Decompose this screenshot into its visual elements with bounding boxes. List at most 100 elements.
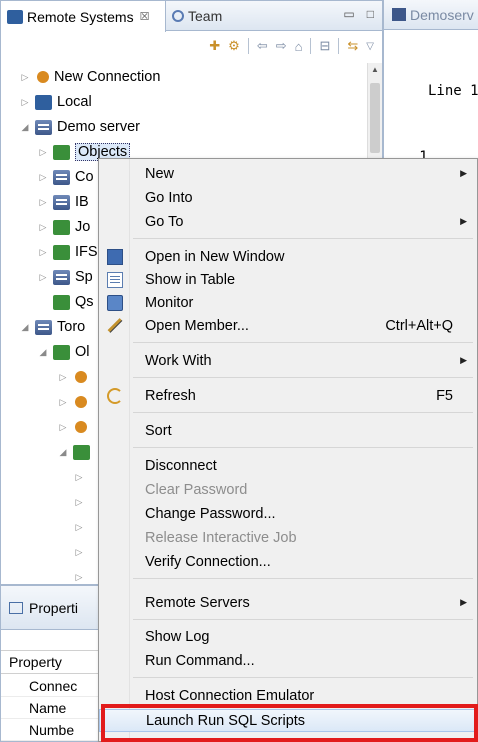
menu-item-open-in-new-window[interactable]: Open in New Window xyxy=(99,245,477,268)
tree-item-spooled[interactable]: ▷ Sp xyxy=(37,265,93,289)
menu-item-label: Release Interactive Job xyxy=(145,529,297,546)
menu-item-show-in-table[interactable]: Show in Table xyxy=(99,268,477,291)
expand-icon[interactable]: ▷ xyxy=(73,497,85,508)
library-icon xyxy=(75,421,87,433)
tree-item-local[interactable]: ▷ Local xyxy=(19,90,92,114)
menu-item-change-password[interactable]: Change Password... xyxy=(99,502,477,525)
menu-item-release-interactive-job: Release Interactive Job xyxy=(99,526,477,549)
tree-item-commands[interactable]: ▷ Co xyxy=(37,165,94,189)
expand-icon[interactable]: ▷ xyxy=(37,247,49,258)
menu-item-sort[interactable]: Sort xyxy=(99,419,477,442)
tree-item-jobs[interactable]: ▷ Jo xyxy=(37,215,91,239)
forward-icon[interactable]: ⇨ xyxy=(276,38,287,54)
menu-item-remote-servers[interactable]: Remote Servers ▶ xyxy=(99,591,477,614)
menu-item-label: Show Log xyxy=(145,628,210,645)
view-tab-bar: Remote Systems ☒ Team ▭ □ xyxy=(1,1,382,32)
menu-item-clear-password: Clear Password xyxy=(99,478,477,501)
team-icon xyxy=(172,10,184,22)
qs-icon xyxy=(53,294,70,310)
close-icon[interactable]: ☒ xyxy=(140,10,150,23)
menu-item-run-command[interactable]: Run Command... xyxy=(99,649,477,672)
scroll-up-icon[interactable]: ▲ xyxy=(371,65,379,74)
expand-icon[interactable]: ▷ xyxy=(19,72,31,83)
expand-icon[interactable]: ▷ xyxy=(57,397,69,408)
expand-icon[interactable]: ▷ xyxy=(73,547,85,558)
menu-item-show-log[interactable]: Show Log xyxy=(99,625,477,648)
menu-separator xyxy=(133,377,473,378)
submenu-arrow-icon: ▶ xyxy=(460,355,467,365)
tree-item-child[interactable]: ▷ xyxy=(57,390,92,414)
collapse-icon[interactable]: ◢ xyxy=(57,447,69,458)
tree-item-ifs[interactable]: ▷ IFS xyxy=(37,240,98,264)
expand-icon[interactable]: ▷ xyxy=(37,197,49,208)
menu-item-label: Change Password... xyxy=(145,505,276,522)
expand-icon[interactable]: ▷ xyxy=(73,522,85,533)
tree-item-objects-2[interactable]: ◢ Ol xyxy=(37,340,90,364)
collapse-icon[interactable]: ◢ xyxy=(19,322,31,333)
expand-icon[interactable]: ▷ xyxy=(37,272,49,283)
menu-item-label: Remote Servers xyxy=(145,594,250,611)
expand-icon[interactable]: ▷ xyxy=(37,222,49,233)
tree-item-toro[interactable]: ◢ Toro xyxy=(19,315,86,339)
expand-icon[interactable]: ▷ xyxy=(73,572,85,583)
server-icon xyxy=(35,119,52,135)
collapse-icon[interactable]: ◢ xyxy=(37,347,49,358)
menu-item-refresh[interactable]: Refresh F5 xyxy=(99,384,477,407)
tree-item-label: Local xyxy=(57,94,92,110)
new-connection-icon[interactable]: ✚ xyxy=(209,38,220,54)
menu-separator xyxy=(133,619,473,620)
tree-item-label: Qs xyxy=(75,294,94,310)
remote-systems-icon xyxy=(7,9,23,24)
expand-icon[interactable]: ▷ xyxy=(57,372,69,383)
tree-item-label: Co xyxy=(75,169,94,185)
link-editor-icon[interactable]: ⇆ xyxy=(347,38,358,54)
tree-item-demo-server[interactable]: ◢ Demo server xyxy=(19,115,140,139)
expand-icon[interactable]: ▷ xyxy=(73,472,85,483)
expand-icon[interactable]: ▷ xyxy=(37,172,49,183)
scroll-thumb[interactable] xyxy=(370,83,380,153)
menu-item-label: Open Member... xyxy=(145,317,249,334)
menu-item-work-with[interactable]: Work With ▶ xyxy=(99,349,477,372)
tree-item-new-connection[interactable]: ▷ New Connection xyxy=(19,65,161,89)
tab-editor[interactable]: Demoserv xyxy=(384,0,478,30)
objects-icon xyxy=(53,344,70,360)
collapse-icon[interactable]: ◢ xyxy=(19,122,31,133)
commands-icon xyxy=(53,169,70,185)
menu-item-disconnect[interactable]: Disconnect xyxy=(99,454,477,477)
tree-item-child[interactable]: ▷ xyxy=(57,365,92,389)
monitor-icon xyxy=(107,294,123,311)
library-icon xyxy=(75,396,87,408)
menu-item-open-member[interactable]: Open Member... Ctrl+Alt+Q xyxy=(99,314,477,337)
expand-icon[interactable]: ▷ xyxy=(19,97,31,108)
tab-remote-systems[interactable]: Remote Systems ☒ xyxy=(1,1,166,32)
tree-item-child[interactable]: ▷ xyxy=(73,465,89,489)
tree-item-child[interactable]: ▷ xyxy=(73,515,89,539)
menu-item-monitor[interactable]: Monitor xyxy=(99,291,477,314)
tree-item-label: Sp xyxy=(75,269,93,285)
expand-icon[interactable]: ▷ xyxy=(37,147,49,158)
tab-team[interactable]: Team xyxy=(166,1,276,31)
menu-item-verify-connection[interactable]: Verify Connection... xyxy=(99,550,477,573)
expand-icon[interactable]: ▷ xyxy=(57,422,69,433)
tree-item-ib[interactable]: ▷ IB xyxy=(37,190,89,214)
tree-item-child[interactable]: ▷ xyxy=(73,540,89,564)
menu-item-go-into[interactable]: Go Into xyxy=(99,186,477,209)
tree-item-qs[interactable]: Qs xyxy=(53,290,94,314)
back-icon[interactable]: ⇦ xyxy=(257,38,268,54)
home-icon[interactable]: ⌂ xyxy=(295,39,303,54)
link-icon[interactable]: ⚙ xyxy=(228,38,240,54)
menu-separator xyxy=(133,342,473,343)
menu-item-label: Monitor xyxy=(145,294,194,311)
tab-properties-label: Properti xyxy=(29,599,79,616)
maximize-icon[interactable]: □ xyxy=(367,7,374,21)
view-menu-icon[interactable]: ▽ xyxy=(366,41,374,52)
tree-item-child[interactable]: ▷ xyxy=(57,415,92,439)
menu-item-new[interactable]: New ▶ xyxy=(99,162,477,185)
minimize-icon[interactable]: ▭ xyxy=(343,7,354,21)
tree-item-child[interactable]: ◢ xyxy=(57,440,95,464)
local-system-icon xyxy=(35,94,52,110)
collapse-all-icon[interactable]: ⊟ xyxy=(319,38,330,54)
menu-item-go-to[interactable]: Go To ▶ xyxy=(99,210,477,233)
menu-item-label: Show in Table xyxy=(145,271,236,288)
tree-item-child[interactable]: ▷ xyxy=(73,490,89,514)
